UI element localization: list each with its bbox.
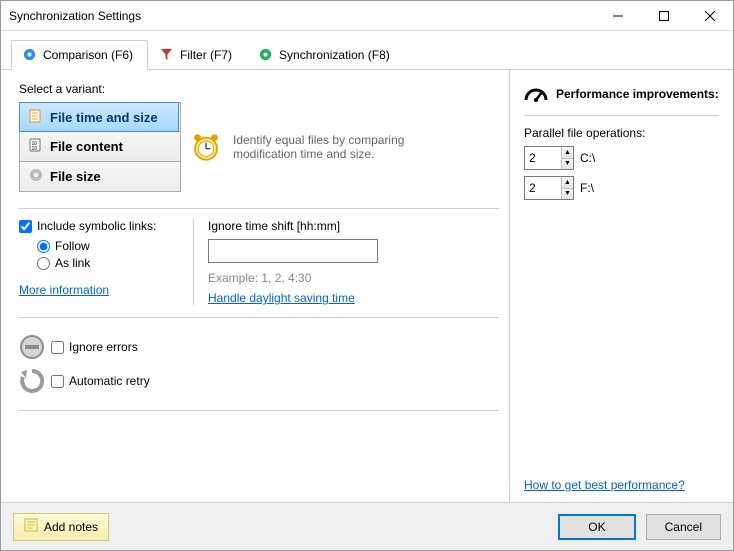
auto-retry-label: Automatic retry	[69, 374, 150, 388]
parallel-spinner-f[interactable]: ▲ ▼	[524, 176, 574, 200]
svg-text:10: 10	[32, 146, 38, 152]
tab-filter[interactable]: Filter (F7)	[148, 40, 247, 70]
include-symlinks-label: Include symbolic links:	[37, 219, 156, 233]
gear-green-icon	[258, 47, 273, 62]
titlebar: Synchronization Settings	[1, 1, 733, 31]
tab-synchronization[interactable]: Synchronization (F8)	[247, 40, 405, 70]
gauge-icon	[524, 82, 548, 105]
funnel-icon	[159, 47, 174, 62]
variant-label: File time and size	[50, 110, 158, 125]
symlinks-aslink-radio[interactable]: As link	[37, 256, 179, 270]
parallel-spinner-c[interactable]: ▲ ▼	[524, 146, 574, 170]
more-information-link[interactable]: More information	[19, 283, 109, 297]
file-time-icon	[28, 108, 44, 127]
minimize-button[interactable]	[595, 1, 641, 30]
include-symlinks-checkbox[interactable]: Include symbolic links:	[19, 219, 179, 233]
follow-label: Follow	[55, 239, 90, 253]
parallel-path: C:\	[580, 151, 595, 165]
cancel-button[interactable]: Cancel	[646, 514, 721, 540]
parallel-label: Parallel file operations:	[524, 126, 719, 140]
parallel-row: ▲ ▼ C:\	[524, 146, 719, 170]
spin-down-icon[interactable]: ▼	[562, 188, 573, 200]
tab-bar: Comparison (F6) Filter (F7) Synchronizat…	[1, 31, 733, 70]
error-circle-icon	[19, 334, 45, 360]
add-notes-button[interactable]: Add notes	[13, 513, 109, 541]
retry-arrow-icon	[19, 368, 45, 394]
ignore-errors-label: Ignore errors	[69, 340, 138, 354]
variant-content[interactable]: 1010 File content	[20, 131, 180, 161]
divider	[19, 410, 499, 411]
symlinks-follow-radio[interactable]: Follow	[37, 239, 179, 253]
add-notes-label: Add notes	[44, 520, 98, 534]
tab-label: Filter (F7)	[180, 48, 232, 62]
parallel-path: F:\	[580, 181, 594, 195]
select-variant-label: Select a variant:	[19, 82, 499, 96]
variant-description: Identify equal files by comparing modifi…	[233, 133, 449, 161]
file-size-icon	[28, 167, 44, 186]
performance-header: Performance improvements:	[556, 87, 719, 101]
alarm-clock-icon	[189, 130, 223, 164]
close-button[interactable]	[687, 1, 733, 30]
best-performance-link[interactable]: How to get best performance?	[524, 478, 685, 492]
window-title: Synchronization Settings	[9, 9, 595, 23]
spin-up-icon[interactable]: ▲	[562, 147, 573, 158]
dst-link[interactable]: Handle daylight saving time	[208, 291, 355, 305]
variant-size[interactable]: File size	[20, 161, 180, 191]
ignore-errors-checkbox[interactable]: Ignore errors	[51, 340, 138, 354]
timeshift-input[interactable]	[208, 239, 378, 263]
maximize-button[interactable]	[641, 1, 687, 30]
tab-label: Synchronization (F8)	[279, 48, 390, 62]
ok-button[interactable]: OK	[558, 514, 635, 540]
tab-label: Comparison (F6)	[43, 48, 133, 62]
variant-time-size[interactable]: File time and size	[19, 102, 179, 132]
gear-blue-icon	[22, 47, 37, 62]
divider	[19, 208, 499, 209]
variant-label: File size	[50, 169, 101, 184]
note-icon	[24, 518, 38, 535]
variant-label: File content	[50, 139, 123, 154]
file-binary-icon: 1010	[28, 137, 44, 156]
timeshift-example: Example: 1, 2, 4:30	[208, 271, 499, 285]
aslink-label: As link	[55, 256, 90, 270]
spin-up-icon[interactable]: ▲	[562, 177, 573, 188]
parallel-row: ▲ ▼ F:\	[524, 176, 719, 200]
divider	[19, 317, 499, 318]
timeshift-label: Ignore time shift [hh:mm]	[208, 219, 499, 233]
spin-down-icon[interactable]: ▼	[562, 158, 573, 170]
auto-retry-checkbox[interactable]: Automatic retry	[51, 374, 150, 388]
tab-comparison[interactable]: Comparison (F6)	[11, 40, 148, 70]
